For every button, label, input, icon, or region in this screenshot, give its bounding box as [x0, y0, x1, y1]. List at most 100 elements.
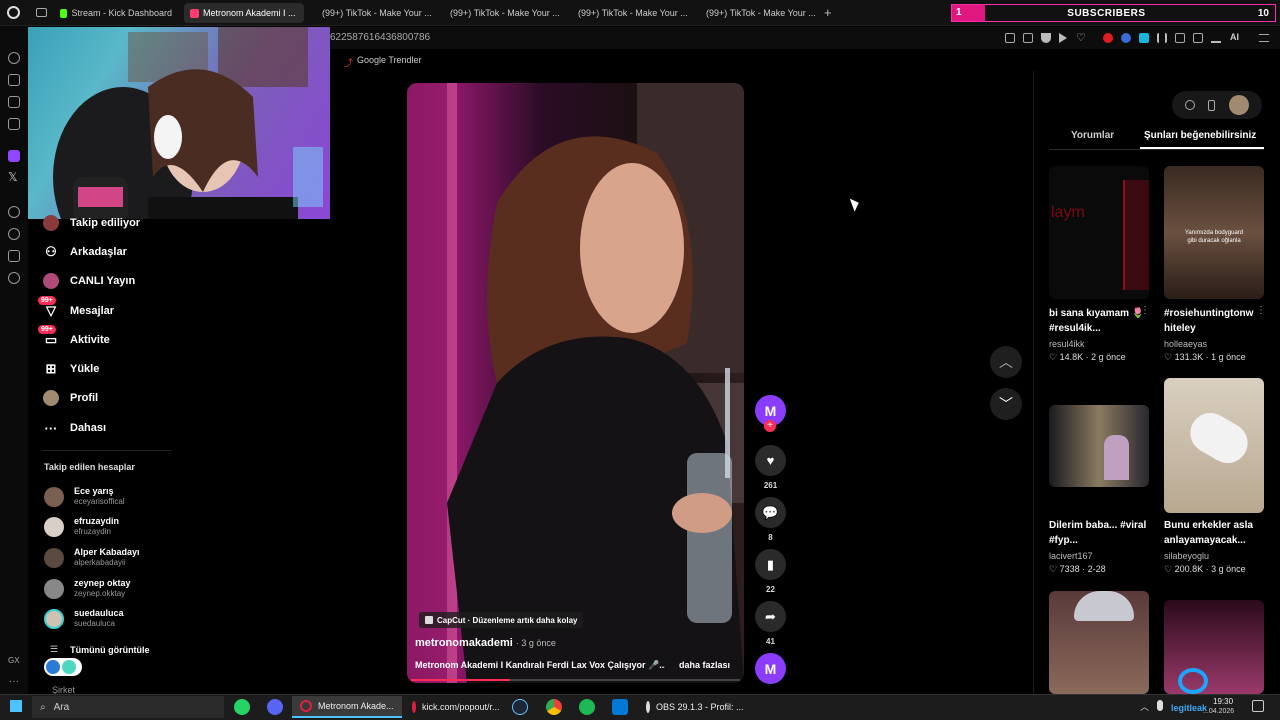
previous-video-button[interactable]: ︿ [990, 346, 1022, 378]
extension-blue-icon[interactable] [1121, 33, 1131, 43]
suggested-user[interactable]: lacivert167 [1049, 551, 1093, 561]
see-all-button[interactable]: ☰ Tümünü görüntüle [50, 644, 150, 655]
cube-icon[interactable] [1193, 33, 1203, 43]
followed-account[interactable]: efruzaydin efruzaydin [44, 516, 119, 537]
suggested-video-thumbnail[interactable] [1049, 591, 1149, 694]
opera-logo-icon[interactable] [7, 6, 20, 19]
suggested-video-thumbnail[interactable]: laym [1049, 166, 1149, 299]
puzzle-icon[interactable] [1175, 33, 1185, 43]
gx-icon[interactable]: GX [8, 656, 20, 665]
tab-comments[interactable]: Yorumlar [1071, 130, 1114, 141]
stats-icon[interactable] [1157, 33, 1167, 43]
tray-chevron-icon[interactable]: ︿ [1140, 700, 1149, 713]
chrome-icon[interactable] [546, 699, 562, 715]
steam-icon[interactable] [512, 699, 528, 715]
suggested-title[interactable]: Dilerim baba... #viral #fyp... [1049, 518, 1159, 548]
windows-start-icon[interactable] [10, 700, 22, 712]
suggested-video-thumbnail[interactable] [1164, 378, 1264, 513]
suggested-video-thumbnail[interactable]: Yanımızda bodyguard gibi duracak oğlanla [1164, 166, 1264, 299]
extension-red-icon[interactable] [1103, 33, 1113, 43]
extensions-icon[interactable] [8, 250, 20, 262]
nav-upload[interactable]: ⊞ Yükle [42, 360, 100, 378]
more-options-icon[interactable]: ⋮ [1140, 305, 1150, 316]
compass-icon[interactable] [1184, 100, 1195, 110]
suggested-title[interactable]: #rosiehuntingtonw hiteley [1164, 306, 1260, 336]
more-options-icon[interactable]: ⋮ [1256, 305, 1266, 316]
next-video-button[interactable]: ﹀ [990, 388, 1022, 420]
suggested-likes: 7338 [1059, 564, 1080, 574]
nav-following[interactable]: Takip ediliyor [42, 214, 140, 232]
mail-icon[interactable] [8, 118, 20, 130]
phone-icon[interactable] [1208, 99, 1216, 111]
bookmark-icon[interactable] [1005, 33, 1015, 43]
tab-tiktok-4[interactable]: (99+) TikTok - Make Your ... [696, 3, 816, 23]
suggested-user[interactable]: holleaeyas [1164, 339, 1207, 349]
tab-tiktok-3[interactable]: (99+) TikTok - Make Your ... [568, 3, 688, 23]
url-text[interactable]: 622587616436800786 [330, 32, 430, 43]
twitch-icon[interactable] [8, 150, 20, 162]
store-icon[interactable] [612, 699, 628, 715]
suggested-title[interactable]: Bunu erkekler asla anlayamayacak... [1164, 518, 1274, 548]
speed-dial-icon[interactable] [8, 52, 20, 64]
whatsapp-icon[interactable] [234, 699, 250, 715]
x-icon[interactable]: 𝕏 [8, 170, 18, 184]
suggested-user[interactable]: silabeyoglu [1164, 551, 1209, 561]
capcut-tag[interactable]: CapCut · Düzenleme artık daha kolay [419, 612, 584, 628]
settings-icon[interactable] [8, 272, 20, 284]
history-icon[interactable] [8, 228, 20, 240]
player-icon[interactable] [8, 206, 20, 218]
snapshot-icon[interactable] [1023, 33, 1033, 43]
ai-button[interactable]: AI [1230, 32, 1239, 42]
nav-profile[interactable]: Profil [42, 389, 98, 407]
nav-activity[interactable]: ▭ 99+ Aktivite [38, 325, 110, 349]
menu-icon[interactable] [1259, 34, 1269, 42]
tab-list-icon[interactable] [36, 8, 47, 17]
workspace-icon[interactable] [8, 74, 20, 86]
shield-icon[interactable] [1041, 33, 1051, 43]
see-more-link[interactable]: daha fazlası [679, 660, 730, 670]
discord-icon[interactable] [267, 699, 283, 715]
save-button[interactable]: ▮ [755, 549, 786, 580]
notification-icon[interactable] [1252, 700, 1264, 712]
heart-icon[interactable]: ♡ [1076, 31, 1086, 44]
more-dots-icon[interactable]: ··· [9, 676, 19, 687]
followed-account[interactable]: zeynep oktay zeynep.okktay [44, 578, 131, 599]
download-icon[interactable] [1211, 33, 1221, 43]
like-button[interactable]: ♥ [755, 445, 786, 476]
share-button[interactable]: ➦ [755, 601, 786, 632]
user-avatar[interactable] [1229, 95, 1250, 115]
nav-friends[interactable]: ⚇ Arkadaşlar [42, 243, 127, 261]
news-icon[interactable] [8, 96, 20, 108]
new-tab-button[interactable]: + [824, 5, 832, 20]
taskbar-kick-window[interactable]: kick.com/popout/r... [404, 696, 504, 718]
nav-messages[interactable]: ▽ 99+ Mesajlar [38, 296, 114, 320]
tab-tiktok-2[interactable]: (99+) TikTok - Make Your ... [440, 3, 560, 23]
video-author[interactable]: metronomakademi [415, 637, 513, 649]
nav-live[interactable]: CANLI Yayın [42, 272, 135, 290]
tab-kick-dashboard[interactable]: Stream - Kick Dashboard [54, 3, 178, 23]
google-trends-link[interactable]: Google Trendler [357, 55, 422, 65]
get-app-toggle[interactable] [44, 658, 82, 676]
followed-account[interactable]: Alper Kabadayı alperkabadayii [44, 547, 140, 568]
address-bar[interactable] [330, 27, 1280, 49]
spotify-icon[interactable] [579, 699, 595, 715]
video-player[interactable]: CapCut · Düzenleme artık daha kolay metr… [407, 83, 744, 683]
tab-metronom[interactable]: Metronom Akademi I ... [184, 3, 304, 23]
music-disc[interactable]: M [755, 653, 786, 684]
microphone-icon[interactable] [1157, 700, 1163, 711]
nav-more[interactable]: ··· Dahası [42, 419, 107, 437]
tab-tiktok-1[interactable]: (99+) TikTok - Make Your ... [312, 3, 432, 23]
video-progress-bar[interactable] [411, 679, 740, 681]
followed-account[interactable]: Ece yarış eceyarisoffical [44, 486, 125, 507]
taskbar-opera-window[interactable]: Metronom Akade... [292, 696, 402, 718]
comment-button[interactable]: 💬 [755, 497, 786, 528]
follow-plus-icon[interactable]: + [764, 420, 776, 432]
taskbar-search[interactable]: ⌕ Ara [32, 696, 224, 718]
tab-you-may-like[interactable]: Şunları beğenebilirsiniz [1144, 130, 1256, 141]
extension-teal-icon[interactable] [1139, 33, 1149, 43]
followed-account[interactable]: suedauluca suedauluca [44, 608, 124, 629]
play-icon[interactable] [1059, 33, 1067, 43]
suggested-video-thumbnail[interactable] [1049, 405, 1149, 487]
taskbar-obs-window[interactable]: OBS 29.1.3 - Profil: ... [638, 696, 748, 718]
suggested-user[interactable]: resul4ikk [1049, 339, 1085, 349]
